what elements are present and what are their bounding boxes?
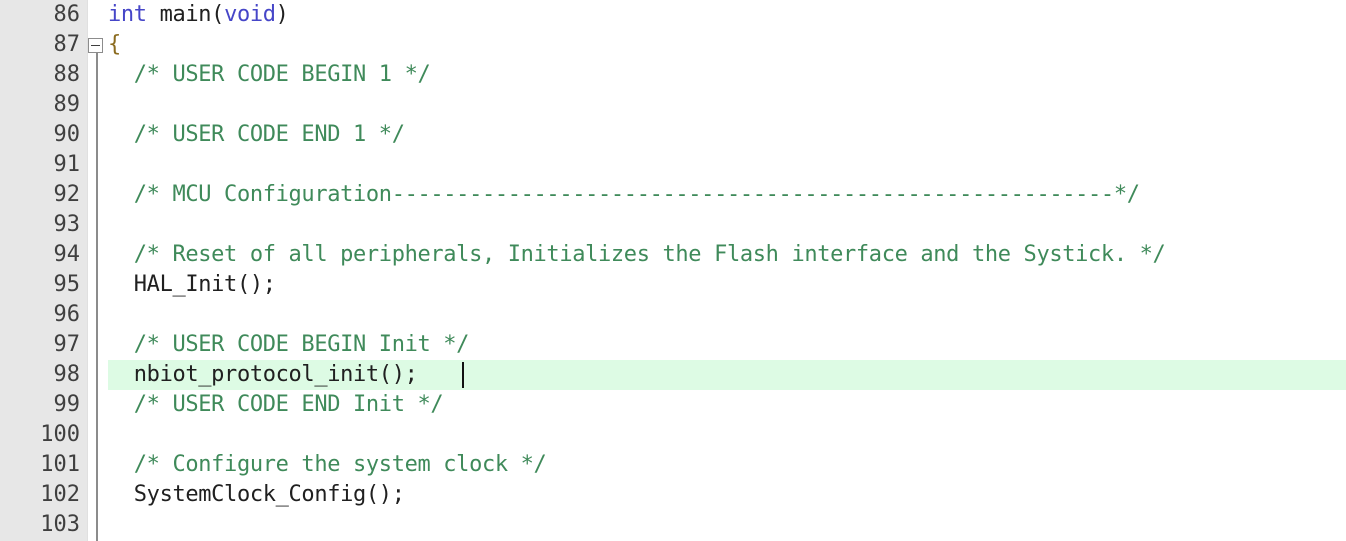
code-line[interactable]: /* USER CODE BEGIN 1 */ xyxy=(0,60,1346,90)
line-number-gutter[interactable]: 86 87 88 89 90 91 92 93 94 95 96 97 98 99 100 101 102 103 xyxy=(0,0,88,541)
code-line[interactable] xyxy=(0,300,1346,330)
gutter-divider xyxy=(87,0,88,541)
line-number: 93 xyxy=(53,212,81,237)
code-line-text: /* Configure the system clock */ xyxy=(108,450,547,480)
line-number: 99 xyxy=(53,392,81,417)
line-number: 97 xyxy=(53,332,81,357)
line-number: 102 xyxy=(40,482,80,507)
code-line[interactable] xyxy=(0,420,1346,450)
line-number: 91 xyxy=(53,152,81,177)
code-line-text: int main(void) xyxy=(108,0,289,30)
code-line-text: /* USER CODE END Init */ xyxy=(108,390,444,420)
token-cmt: /* Configure the system clock */ xyxy=(108,452,547,477)
text-caret xyxy=(462,362,464,388)
line-number: 98 xyxy=(53,362,81,387)
code-line[interactable] xyxy=(0,510,1346,540)
code-line[interactable]: /* Configure the system clock */ xyxy=(0,450,1346,480)
line-number: 89 xyxy=(53,92,81,117)
code-line-text: { xyxy=(108,30,121,60)
token-kw: int xyxy=(108,2,147,27)
token-plain: main( xyxy=(146,2,225,27)
code-line-text: /* USER CODE BEGIN Init */ xyxy=(108,330,470,360)
code-line[interactable] xyxy=(0,150,1346,180)
code-line[interactable]: /* MCU Configuration--------------------… xyxy=(0,180,1346,210)
token-cmt: /* USER CODE END 1 */ xyxy=(108,122,405,147)
token-cmt: /* USER CODE BEGIN Init */ xyxy=(108,332,470,357)
token-plain: HAL_Init(); xyxy=(108,272,276,297)
code-area[interactable]: int main(void){ /* USER CODE BEGIN 1 */ … xyxy=(0,0,1346,541)
line-number: 87 xyxy=(53,32,81,57)
line-number: 96 xyxy=(53,302,81,327)
token-brace: { xyxy=(108,32,121,57)
code-line-current[interactable]: nbiot_protocol_init(); xyxy=(0,360,1346,390)
token-kw: void xyxy=(224,2,276,27)
fold-range-line xyxy=(96,52,98,541)
code-line[interactable]: SystemClock_Config(); xyxy=(0,480,1346,510)
code-line-text: /* Reset of all peripherals, Initializes… xyxy=(108,240,1166,270)
token-cmt: /* USER CODE END Init */ xyxy=(108,392,444,417)
code-line[interactable]: /* USER CODE BEGIN Init */ xyxy=(0,330,1346,360)
code-line-text: /* USER CODE END 1 */ xyxy=(108,120,405,150)
code-editor[interactable]: int main(void){ /* USER CODE BEGIN 1 */ … xyxy=(0,0,1346,541)
code-line[interactable]: /* USER CODE END 1 */ xyxy=(0,120,1346,150)
code-line[interactable] xyxy=(0,210,1346,240)
code-line[interactable]: { xyxy=(0,30,1346,60)
token-cmt: /* MCU Configuration--------------------… xyxy=(108,182,1140,207)
line-number: 101 xyxy=(40,452,80,477)
token-plain: nbiot_protocol_init(); xyxy=(108,362,418,387)
code-line[interactable]: /* USER CODE END Init */ xyxy=(0,390,1346,420)
code-line[interactable]: int main(void) xyxy=(0,0,1346,30)
line-number: 95 xyxy=(53,272,81,297)
collapse-fold-icon[interactable] xyxy=(88,38,103,53)
code-line-text: SystemClock_Config(); xyxy=(108,480,405,510)
code-line-text: /* USER CODE BEGIN 1 */ xyxy=(108,60,431,90)
code-line[interactable]: /* Reset of all peripherals, Initializes… xyxy=(0,240,1346,270)
token-plain: ) xyxy=(275,2,289,27)
fold-margin[interactable] xyxy=(88,0,108,541)
token-plain: SystemClock_Config(); xyxy=(108,482,405,507)
line-number: 94 xyxy=(53,242,81,267)
code-line[interactable]: HAL_Init(); xyxy=(0,270,1346,300)
code-line-text: HAL_Init(); xyxy=(108,270,276,300)
line-number: 88 xyxy=(53,62,81,87)
line-number: 103 xyxy=(40,512,80,537)
token-cmt: /* Reset of all peripherals, Initializes… xyxy=(108,242,1166,267)
code-line-text: nbiot_protocol_init(); xyxy=(108,360,418,390)
token-cmt: /* USER CODE BEGIN 1 */ xyxy=(108,62,431,87)
line-number: 100 xyxy=(40,422,80,447)
line-number: 86 xyxy=(53,2,81,27)
line-number: 90 xyxy=(53,122,81,147)
code-line-text: /* MCU Configuration--------------------… xyxy=(108,180,1140,210)
line-number: 92 xyxy=(53,182,81,207)
code-line[interactable] xyxy=(0,90,1346,120)
